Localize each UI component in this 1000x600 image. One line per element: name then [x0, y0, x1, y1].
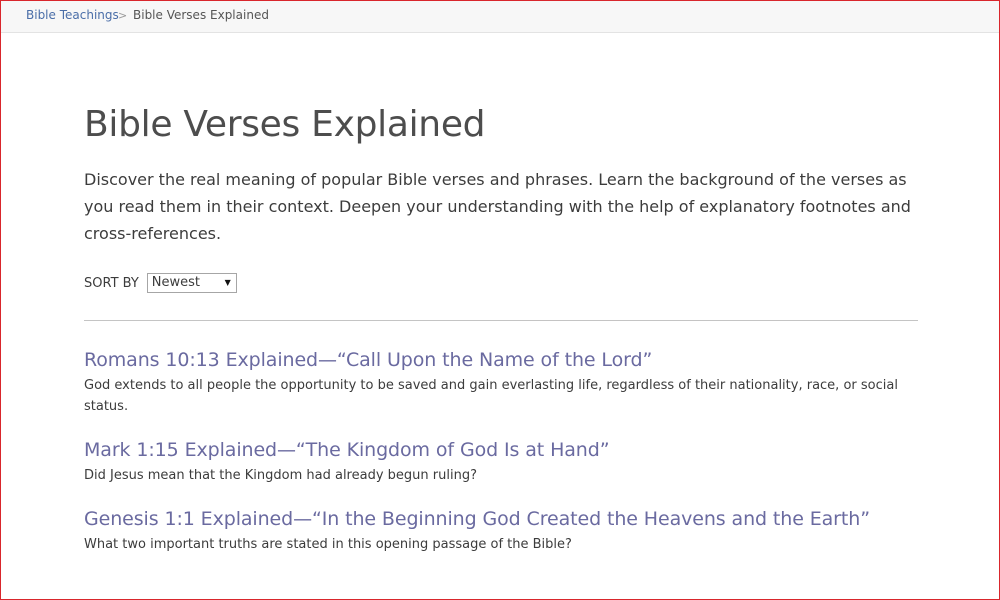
list-item: Mark 1:15 Explained—“The Kingdom of God …	[84, 437, 918, 486]
article-description: God extends to all people the opportunit…	[84, 378, 898, 414]
sort-select[interactable]: Newest ▼	[146, 273, 237, 293]
breadcrumb-separator-icon: >	[118, 9, 128, 22]
divider	[84, 320, 918, 321]
main-content: Bible Verses Explained Discover the real…	[84, 100, 918, 575]
sort-selected-value: Newest	[151, 275, 201, 290]
article-title-link[interactable]: Romans 10:13 Explained—“Call Upon the Na…	[84, 347, 918, 373]
list-item: Romans 10:13 Explained—“Call Upon the Na…	[84, 347, 918, 417]
article-title-link[interactable]: Genesis 1:1 Explained—“In the Beginning …	[84, 506, 918, 532]
article-title-link[interactable]: Mark 1:15 Explained—“The Kingdom of God …	[84, 437, 918, 463]
chevron-down-icon: ▼	[224, 278, 231, 287]
article-description: What two important truths are stated in …	[84, 537, 572, 552]
sort-control: SORT BY Newest ▼	[84, 272, 918, 294]
page-intro: Discover the real meaning of popular Bib…	[84, 170, 911, 243]
breadcrumb: Bible Teachings > Bible Verses Explained	[1, 1, 999, 33]
article-description: Did Jesus mean that the Kingdom had alre…	[84, 468, 477, 483]
page-title: Bible Verses Explained	[84, 104, 486, 145]
list-item: Genesis 1:1 Explained—“In the Beginning …	[84, 506, 918, 555]
sort-label: SORT BY	[84, 275, 139, 291]
breadcrumb-link-bible-teachings[interactable]: Bible Teachings	[26, 1, 119, 30]
breadcrumb-current: Bible Verses Explained	[133, 8, 269, 22]
article-list: Romans 10:13 Explained—“Call Upon the Na…	[84, 347, 918, 555]
